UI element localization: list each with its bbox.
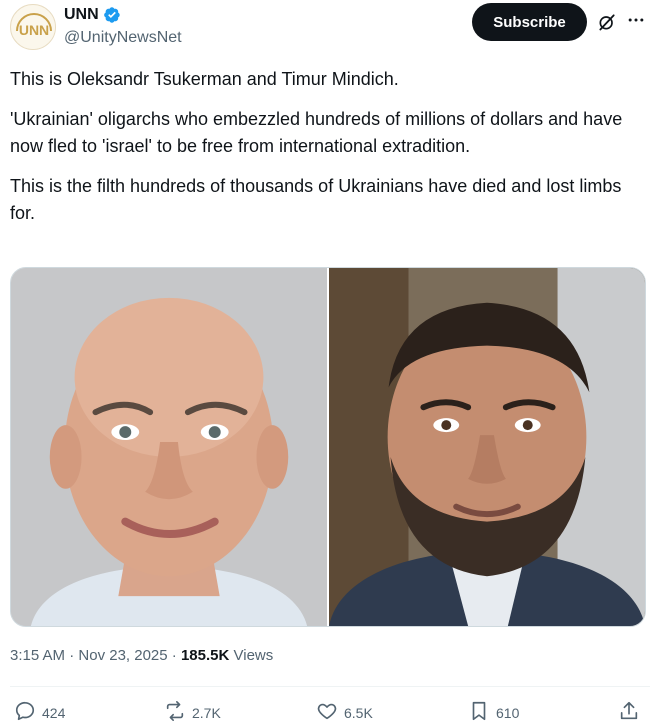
more-options-icon[interactable] [624,8,648,32]
tweet-header: UNN UNN @UnityNewsNet Subscribe [10,2,651,52]
tweet-date[interactable]: Nov 23, 2025 [78,647,167,664]
divider [10,686,650,687]
portrait-bald-man [11,268,327,626]
photo-left[interactable] [11,268,327,626]
repost-icon [164,700,186,725]
tweet-metadata: 3:15 AM · Nov 23, 2025 · 185.5K Views [10,647,273,664]
tweet-paragraph: 'Ukrainian' oligarchs who embezzled hund… [10,109,623,156]
meta-separator: · [171,647,177,664]
action-bar: 424 2.7K 6.5K 610 [10,700,650,727]
like-icon [316,700,338,725]
bookmark-icon [468,700,490,725]
avatar[interactable]: UNN [10,4,56,50]
repost-button[interactable]: 2.7K [164,700,221,725]
display-name[interactable]: UNN [64,6,99,24]
photo-right[interactable] [329,268,645,626]
svg-text:UNN: UNN [19,22,49,38]
grok-icon[interactable] [597,12,617,32]
tweet-media[interactable] [10,267,646,627]
meta-separator: · [69,647,75,664]
views-label: Views [233,647,274,664]
share-button[interactable] [618,700,640,725]
bookmark-count: 610 [496,704,520,721]
tweet-text: This is Oleksandr Tsukerman and Timur Mi… [10,66,640,227]
portrait-bearded-man [329,268,645,626]
subscribe-button[interactable]: Subscribe [472,3,587,41]
share-icon [618,700,640,725]
reply-icon [14,700,36,725]
verified-badge-icon[interactable] [103,6,121,24]
like-count: 6.5K [344,704,373,721]
reply-button[interactable]: 424 [14,700,65,725]
tweet-paragraph: This is the filth hundreds of thousands … [10,176,622,223]
tweet-time[interactable]: 3:15 AM [10,647,65,664]
like-button[interactable]: 6.5K [316,700,373,725]
unn-logo: UNN [12,6,55,49]
repost-count: 2.7K [192,704,221,721]
name-row: UNN [64,6,121,24]
tweet-paragraph: This is Oleksandr Tsukerman and Timur Mi… [10,69,399,89]
user-handle[interactable]: @UnityNewsNet [64,29,182,47]
bookmark-button[interactable]: 610 [468,700,519,725]
reply-count: 424 [42,704,66,721]
views-count: 185.5K [180,647,230,664]
